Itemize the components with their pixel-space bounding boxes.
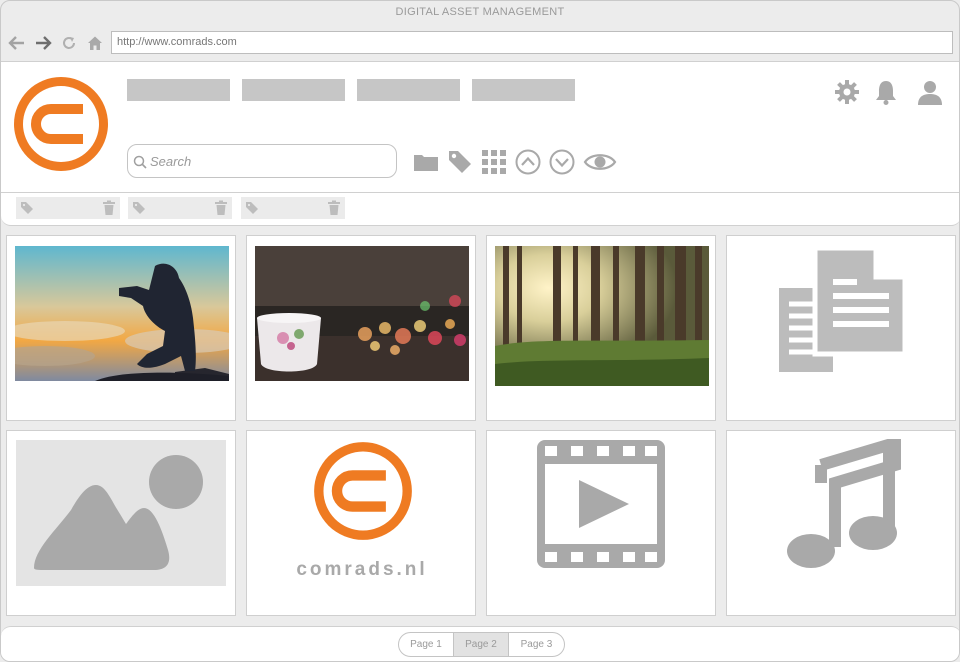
teacup-bokeh-photo: [255, 246, 469, 381]
comrads-wordmark-text: comrads.nl: [296, 559, 427, 579]
browser-window: DIGITAL ASSET MANAGEMENT http://www.comr…: [0, 0, 960, 662]
asset-tile-document[interactable]: [726, 235, 956, 421]
menu-item-3[interactable]: [357, 79, 460, 101]
asset-tile-video[interactable]: [486, 430, 716, 616]
page-1-button[interactable]: Page 1: [399, 633, 454, 656]
home-icon[interactable]: [85, 33, 105, 53]
trash-icon[interactable]: [102, 200, 116, 216]
tag-icon[interactable]: [446, 148, 474, 176]
menu-item-2[interactable]: [242, 79, 345, 101]
forward-arrow-icon[interactable]: [33, 33, 53, 53]
gear-icon[interactable]: [833, 78, 861, 106]
asset-tile-audio[interactable]: [726, 430, 956, 616]
asset-tile-photo[interactable]: [6, 235, 236, 421]
tag-icon: [246, 202, 258, 214]
trash-icon[interactable]: [327, 200, 341, 216]
tag-filter-chip[interactable]: [16, 197, 120, 219]
comrads-wordmark: comrads.nl: [296, 559, 427, 579]
forest-photo: [495, 246, 709, 386]
asset-grid: comrads.nl: [1, 226, 959, 621]
sort-descending-icon[interactable]: [548, 148, 576, 176]
back-arrow-icon[interactable]: [7, 33, 27, 53]
bell-icon[interactable]: [872, 78, 900, 106]
silhouette-photo: [15, 246, 229, 381]
sort-ascending-icon[interactable]: [514, 148, 542, 176]
documents-icon: [779, 246, 907, 372]
reload-icon[interactable]: [59, 33, 79, 53]
comrads-logo-mark: [314, 442, 412, 540]
trash-icon[interactable]: [214, 200, 228, 216]
page-3-button[interactable]: Page 3: [509, 633, 564, 656]
pagination-footer: Page 1 Page 2 Page 3: [1, 626, 959, 661]
app-header: [1, 61, 959, 193]
page-2-button[interactable]: Page 2: [454, 633, 509, 656]
browser-navbar: http://www.comrads.com: [1, 25, 959, 61]
search-box[interactable]: [127, 144, 397, 178]
menu-item-4[interactable]: [472, 79, 575, 101]
asset-tile-photo[interactable]: [486, 235, 716, 421]
tag-filter-chip[interactable]: [241, 197, 345, 219]
user-icon[interactable]: [916, 78, 944, 106]
comrads-logo[interactable]: [11, 74, 111, 174]
grid-view-icon[interactable]: [480, 148, 508, 176]
search-input[interactable]: [150, 151, 390, 171]
window-title: DIGITAL ASSET MANAGEMENT: [395, 6, 565, 18]
search-icon: [133, 155, 147, 169]
music-note-icon: [787, 439, 901, 568]
tag-icon: [21, 202, 33, 214]
address-bar[interactable]: http://www.comrads.com: [111, 31, 953, 54]
menu-item-1[interactable]: [127, 79, 230, 101]
tag-filter-chip[interactable]: [128, 197, 232, 219]
asset-tile-image[interactable]: [6, 430, 236, 616]
image-placeholder-icon: [16, 440, 226, 586]
eye-icon[interactable]: [583, 148, 617, 176]
video-film-icon: [537, 440, 665, 568]
asset-tile-logo[interactable]: comrads.nl: [246, 430, 476, 616]
pagination: Page 1 Page 2 Page 3: [398, 632, 565, 657]
asset-tile-photo[interactable]: [246, 235, 476, 421]
tag-filter-bar: [1, 193, 959, 226]
folder-icon[interactable]: [412, 148, 440, 176]
tag-icon: [133, 202, 145, 214]
